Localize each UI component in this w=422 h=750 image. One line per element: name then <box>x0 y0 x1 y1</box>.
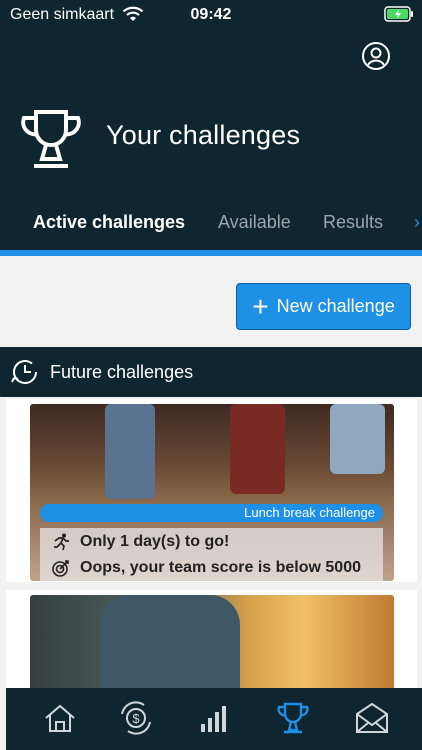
user-circle-icon[interactable] <box>360 40 392 72</box>
new-challenge-label: New challenge <box>276 296 395 316</box>
challenge-type-badge: Lunch break challenge <box>40 504 383 522</box>
challenge-card[interactable] <box>6 590 417 695</box>
future-challenges-header: Future challenges <box>0 347 422 397</box>
trophy-icon[interactable] <box>275 700 311 736</box>
page-title: Your challenges <box>106 120 301 150</box>
challenge-info-overlay: Only 1 day(s) to go! Oops, your team sco… <box>40 528 383 581</box>
header: Your challenges Active challenges Availa… <box>0 30 422 252</box>
svg-text:$: $ <box>132 711 140 726</box>
status-bar: Geen simkaart 09:42 <box>0 0 422 30</box>
days-left-row: Only 1 day(s) to go! <box>52 533 229 551</box>
battery-icon <box>384 6 413 22</box>
rewards-icon[interactable]: $ <box>118 700 154 736</box>
mail-icon[interactable] <box>354 700 390 736</box>
tab-active-challenges[interactable]: Active challenges <box>33 212 185 233</box>
target-icon <box>52 560 69 577</box>
section-title: Future challenges <box>50 362 194 382</box>
tab-results[interactable]: Results <box>323 212 383 233</box>
bottom-nav: $ <box>6 688 422 750</box>
chevron-right-icon[interactable]: › <box>414 212 420 233</box>
running-icon <box>54 533 69 551</box>
plus-icon: + <box>252 290 269 322</box>
home-icon[interactable] <box>42 700 78 736</box>
tab-bar: Active challenges Available Results › <box>0 208 422 248</box>
stats-icon[interactable] <box>196 700 232 736</box>
days-left-text: Only 1 day(s) to go! <box>80 533 230 550</box>
new-challenge-button[interactable]: + New challenge <box>236 283 411 330</box>
tab-indicator <box>0 250 422 256</box>
trophy-icon <box>21 110 81 168</box>
challenge-photo <box>30 595 394 695</box>
tab-available[interactable]: Available <box>218 212 291 233</box>
challenge-photo: Lunch break challenge Only 1 day(s) to g… <box>30 404 394 581</box>
clock-time: 09:42 <box>190 6 232 23</box>
challenge-card[interactable]: Lunch break challenge Only 1 day(s) to g… <box>6 399 417 582</box>
team-score-row: Oops, your team score is below 5000 <box>52 559 361 577</box>
clock-history-icon <box>11 360 37 384</box>
team-score-text: Oops, your team score is below 5000 <box>80 559 361 576</box>
